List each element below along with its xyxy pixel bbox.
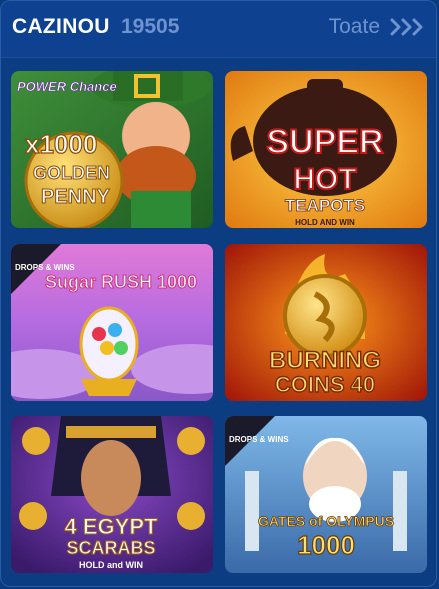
header: CAZINOU 19505 Toate (1, 1, 436, 58)
game-tile-gates-of-olympus-1000[interactable]: DROPS & WINS GATES of OLYMPUS 1000 (225, 416, 427, 573)
tile-label-line2: HOT (293, 163, 356, 196)
tile-label-line2: GOLDEN (33, 163, 110, 183)
tile-label-line1: BURNING (269, 347, 381, 374)
tile-label-line3: PENNY (41, 186, 111, 208)
tile-label-line2: COINS 40 (275, 372, 375, 397)
section-title: CAZINOU (12, 15, 110, 38)
game-tile-4-egypt-scarabs[interactable]: 4 EGYPT SCARABS HOLD and WIN (11, 416, 213, 573)
game-thumbnail: POWER Chance x1000 GOLDEN PENNY (11, 71, 213, 228)
tile-label-line3: TEAPOTS (285, 196, 365, 215)
tile-label-line4: HOLD AND WIN (295, 218, 355, 227)
tile-label-line1: 4 EGYPT (65, 514, 158, 539)
tile-label-line1: x1000 (25, 129, 97, 159)
game-tile-super-hot-teapots[interactable]: SUPER HOT TEAPOTS HOLD AND WIN (225, 71, 427, 228)
game-thumbnail: BURNING COINS 40 (225, 244, 427, 401)
chevrons-right-icon[interactable] (390, 14, 426, 40)
badge-drops-wins: DROPS & WINS (15, 263, 75, 272)
game-thumbnail: 4 EGYPT SCARABS HOLD and WIN (11, 416, 213, 573)
badge-power: POWER Chance (17, 79, 117, 94)
games-count: 19505 (121, 15, 180, 38)
tile-label-line3: HOLD and WIN (79, 560, 143, 570)
game-thumbnail: DROPS & WINS Sugar RUSH 1000 (11, 244, 213, 401)
tile-label-line1: SUPER (266, 123, 383, 161)
tile-label-line2: SCARABS (66, 538, 155, 558)
game-tile-burning-coins-40[interactable]: BURNING COINS 40 (225, 244, 427, 401)
game-thumbnail: SUPER HOT TEAPOTS HOLD AND WIN (225, 71, 427, 228)
game-thumbnail: DROPS & WINS GATES of OLYMPUS 1000 (225, 416, 427, 573)
badge-drops-wins: DROPS & WINS (229, 435, 289, 444)
tile-label-line1: GATES of OLYMPUS (258, 513, 394, 529)
game-tile-sugar-rush-1000[interactable]: DROPS & WINS Sugar RUSH 1000 (11, 244, 213, 401)
view-all-link[interactable]: Toate (329, 15, 380, 39)
tile-label-line2: 1000 (297, 530, 355, 560)
casino-widget: CAZINOU 19505 Toate POWER Chance x1000 G (0, 0, 437, 587)
tile-label-line1: Sugar RUSH 1000 (45, 272, 197, 292)
game-tile-golden-penny[interactable]: POWER Chance x1000 GOLDEN PENNY (11, 71, 213, 228)
